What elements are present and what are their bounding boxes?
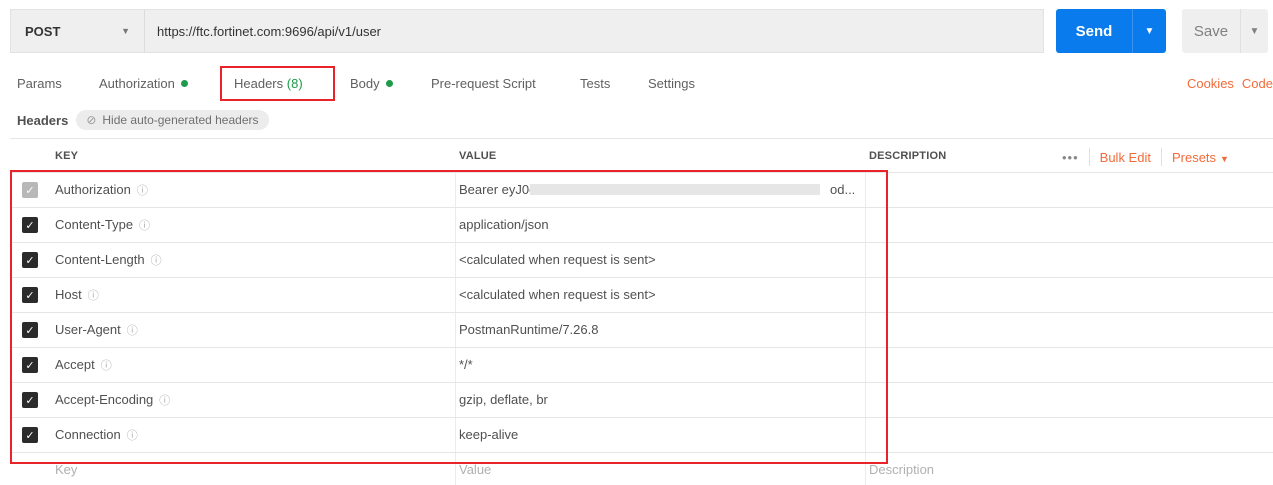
status-dot-icon xyxy=(385,80,393,88)
tab-authorization[interactable]: Authorization xyxy=(99,76,188,91)
send-button[interactable]: Send ▼ xyxy=(1056,9,1166,53)
table-header: KEY VALUE DESCRIPTION ••• Bulk Edit Pres… xyxy=(10,138,1273,173)
tab-settings[interactable]: Settings xyxy=(648,76,695,91)
more-options-icon[interactable]: ••• xyxy=(1062,150,1079,165)
tab-body[interactable]: Body xyxy=(350,76,393,91)
method-select[interactable]: POST ▼ xyxy=(11,10,145,52)
divider xyxy=(1160,148,1162,166)
headers-table-highlight xyxy=(10,170,888,464)
right-links: Cookies Code xyxy=(1179,76,1273,91)
column-value: VALUE xyxy=(459,150,497,162)
code-link[interactable]: Code xyxy=(1242,76,1273,91)
send-options-chevron-icon[interactable]: ▼ xyxy=(1132,9,1166,53)
presets-link[interactable]: Presets ▼ xyxy=(1172,150,1229,165)
send-label: Send xyxy=(1075,22,1113,40)
bulk-edit-link[interactable]: Bulk Edit xyxy=(1100,150,1151,165)
save-label: Save xyxy=(1193,22,1229,40)
hide-auto-headers-button[interactable]: ⊘ Hide auto-generated headers xyxy=(76,110,269,130)
tab-params[interactable]: Params xyxy=(17,76,62,91)
headers-tab-highlight xyxy=(220,66,335,101)
url-input[interactable]: https://ftc.fortinet.com:9696/api/v1/use… xyxy=(145,10,1043,52)
save-options-chevron-icon[interactable]: ▼ xyxy=(1240,9,1268,53)
headers-subbar: Headers ⊘ Hide auto-generated headers xyxy=(17,109,269,131)
table-actions: ••• Bulk Edit Presets ▼ xyxy=(1062,148,1239,166)
tab-tests[interactable]: Tests xyxy=(580,76,610,91)
new-value-input[interactable]: Value xyxy=(459,462,491,477)
headers-title: Headers xyxy=(17,112,69,128)
new-key-input[interactable]: Key xyxy=(55,462,77,477)
method-label: POST xyxy=(25,23,61,39)
chevron-down-icon: ▼ xyxy=(1220,153,1229,164)
tab-pre-request-script[interactable]: Pre-request Script xyxy=(431,76,536,91)
chevron-down-icon: ▼ xyxy=(121,26,130,36)
cookies-link[interactable]: Cookies xyxy=(1187,76,1234,91)
column-key: KEY xyxy=(55,150,79,162)
save-button[interactable]: Save ▼ xyxy=(1182,9,1268,53)
request-tabs: Params Authorization Headers (8) Body Pr… xyxy=(0,70,1273,100)
status-dot-icon xyxy=(180,80,188,88)
new-description-input[interactable]: Description xyxy=(869,462,934,477)
request-bar: POST ▼ https://ftc.fortinet.com:9696/api… xyxy=(10,9,1044,53)
divider xyxy=(1088,148,1090,166)
column-description: DESCRIPTION xyxy=(869,150,947,162)
eye-off-icon: ⊘ xyxy=(86,113,97,127)
